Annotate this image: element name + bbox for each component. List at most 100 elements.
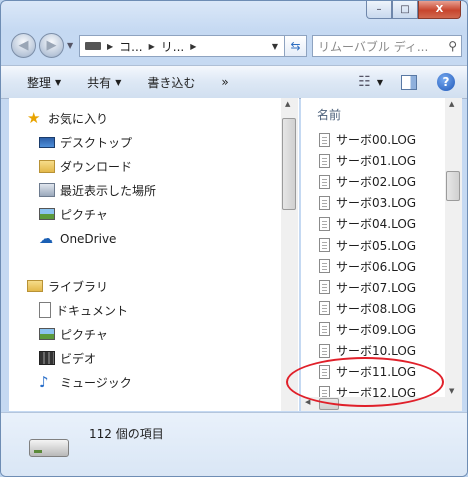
text-file-icon <box>319 132 330 147</box>
file-list-item[interactable]: サーボ06.LOG <box>319 257 416 276</box>
favorites-header[interactable]: ★ お気に入り <box>27 108 108 128</box>
scrollbar-thumb[interactable] <box>319 398 339 410</box>
scroll-down-icon[interactable]: ▼ <box>449 387 454 395</box>
search-placeholder: リムーバブル ディ... <box>318 39 429 54</box>
sidebar-item-documents[interactable]: ドキュメント <box>39 300 128 320</box>
sidebar-item-pictures[interactable]: ピクチャ <box>39 204 108 224</box>
sidebar-item-label: デスクトップ <box>60 135 133 150</box>
back-button[interactable]: ◀ <box>11 33 36 58</box>
file-list-item[interactable]: サーボ12.LOG <box>319 383 416 397</box>
burn-button[interactable]: 書き込む <box>147 74 195 91</box>
libraries-icon <box>27 280 43 292</box>
sidebar-item-downloads[interactable]: ダウンロード <box>39 156 132 176</box>
sidebar-item-library-pictures[interactable]: ピクチャ <box>39 324 108 344</box>
chevron-right-icon[interactable]: ▶ <box>190 42 196 51</box>
file-list-item[interactable]: サーボ10.LOG <box>319 341 416 360</box>
file-name: サーボ06.LOG <box>336 259 417 274</box>
sidebar-item-label: ミュージック <box>60 375 132 390</box>
scroll-left-icon[interactable]: ◀ <box>305 398 310 406</box>
file-name: サーボ00.LOG <box>336 133 417 147</box>
sidebar-item-onedrive[interactable]: ☁ OneDrive <box>39 229 116 249</box>
favorites-label: お気に入り <box>48 111 109 126</box>
sidebar-item-label: OneDrive <box>60 232 117 246</box>
file-list-horizontal-scrollbar[interactable]: ◀ <box>301 397 462 411</box>
text-file-icon <box>319 343 330 358</box>
file-list-item[interactable]: サーボ05.LOG <box>319 236 416 255</box>
music-icon: ♪ <box>39 373 49 391</box>
text-file-icon <box>319 153 330 168</box>
scrollbar-thumb[interactable] <box>446 171 460 201</box>
sidebar-item-label: ダウンロード <box>60 159 133 174</box>
libraries-header[interactable]: ライブラリ <box>27 276 108 296</box>
caption-buttons: – □ X <box>366 1 461 19</box>
libraries-label: ライブラリ <box>48 279 109 294</box>
text-file-icon <box>319 301 330 316</box>
file-list: 名前 サーボ00.LOG サーボ01.LOG サーボ02.LOG サーボ03.LOG サ… <box>301 98 446 397</box>
scroll-up-icon[interactable]: ▲ <box>285 100 290 108</box>
sidebar-item-video[interactable]: ビデオ <box>39 348 96 368</box>
more-commands-button[interactable]: » <box>221 75 228 89</box>
file-list-item[interactable]: サーボ11.LOG <box>319 362 416 381</box>
help-icon[interactable]: ? <box>437 73 455 91</box>
column-header-name[interactable]: 名前 <box>317 106 341 123</box>
share-menu[interactable]: 共有 ▼ <box>87 74 121 91</box>
onedrive-icon: ☁ <box>39 231 53 247</box>
item-count: 112 個の項目 <box>89 427 164 441</box>
file-list-item[interactable]: サーボ03.LOG <box>319 193 416 212</box>
pictures-icon <box>39 328 55 340</box>
file-name: サーボ11.LOG <box>336 365 417 380</box>
address-dropdown-icon[interactable]: ▼ <box>272 42 278 51</box>
details-pane: 112 個の項目 <box>1 412 467 476</box>
sidebar-item-music[interactable]: ♪ ミュージック <box>39 372 132 392</box>
address-bar[interactable]: ▶ コ... ▶ リ... ▶ ▼ <box>79 35 285 57</box>
back-arrow-icon: ◀ <box>18 38 29 53</box>
file-list-item[interactable]: サーボ08.LOG <box>319 299 416 318</box>
search-input[interactable]: リムーバブル ディ... ⚲ <box>312 35 462 57</box>
desktop-icon <box>39 136 55 148</box>
text-file-icon <box>319 195 330 210</box>
close-button[interactable]: X <box>418 1 461 19</box>
scrollbar-thumb[interactable] <box>282 118 296 210</box>
maximize-button[interactable]: □ <box>392 1 418 19</box>
sidebar-item-label: ドキュメント <box>56 303 129 318</box>
file-list-item[interactable]: サーボ00.LOG <box>319 130 416 149</box>
file-list-item[interactable]: サーボ02.LOG <box>319 172 416 191</box>
breadcrumb-computer[interactable]: コ... <box>119 38 142 55</box>
recent-pages-dropdown[interactable]: ▼ <box>67 41 73 50</box>
minimize-button[interactable]: – <box>366 1 392 19</box>
file-name: サーボ08.LOG <box>336 301 417 316</box>
chevron-right-icon[interactable]: ▶ <box>107 42 113 51</box>
recent-places-icon <box>39 183 55 197</box>
dropdown-arrow-icon: ▼ <box>115 77 122 87</box>
view-options-icon[interactable]: ☷ <box>358 74 371 90</box>
breadcrumb-removable-disk[interactable]: リ... <box>161 38 184 55</box>
forward-button[interactable]: ▶ <box>39 33 64 58</box>
sidebar-item-recent-places[interactable]: 最近表示した場所 <box>39 180 156 200</box>
file-list-item[interactable]: サーボ04.LOG <box>319 214 416 233</box>
file-name: サーボ02.LOG <box>336 175 417 190</box>
downloads-folder-icon <box>39 159 55 173</box>
preview-pane-icon[interactable] <box>401 74 417 90</box>
sidebar-item-label: ビデオ <box>60 351 97 366</box>
file-list-item[interactable]: サーボ01.LOG <box>319 151 416 170</box>
file-list-vertical-scrollbar[interactable]: ▲ ▼ <box>445 98 462 397</box>
refresh-button[interactable]: ⇆ <box>285 35 307 57</box>
search-icon[interactable]: ⚲ <box>448 39 457 53</box>
chevron-right-icon[interactable]: ▶ <box>149 42 155 51</box>
file-list-item[interactable]: サーボ07.LOG <box>319 278 416 297</box>
navigation-pane-scrollbar[interactable]: ▲ <box>281 98 298 411</box>
explorer-window: – □ X ◀ ▶ ▼ ▶ コ... ▶ リ... ▶ ▼ ⇆ リムーバブル デ… <box>0 0 468 477</box>
more-label: » <box>221 75 229 89</box>
text-file-icon <box>319 322 330 337</box>
file-list-item[interactable]: サーボ09.LOG <box>319 320 416 339</box>
sidebar-item-label: 最近表示した場所 <box>60 183 157 198</box>
share-label: 共有 <box>87 75 112 90</box>
view-dropdown-icon[interactable]: ▼ <box>377 78 383 87</box>
sidebar-item-desktop[interactable]: デスクトップ <box>39 132 132 152</box>
file-name: サーボ01.LOG <box>336 154 417 169</box>
organize-menu[interactable]: 整理 ▼ <box>27 74 61 91</box>
navigation-pane: ★ お気に入り デスクトップ ダウンロード 最近表示した場所 ピクチャ ☁ On… <box>9 98 299 411</box>
scroll-up-icon[interactable]: ▲ <box>449 100 454 108</box>
sidebar-item-label: ピクチャ <box>60 207 108 222</box>
file-name: サーボ09.LOG <box>336 322 417 337</box>
